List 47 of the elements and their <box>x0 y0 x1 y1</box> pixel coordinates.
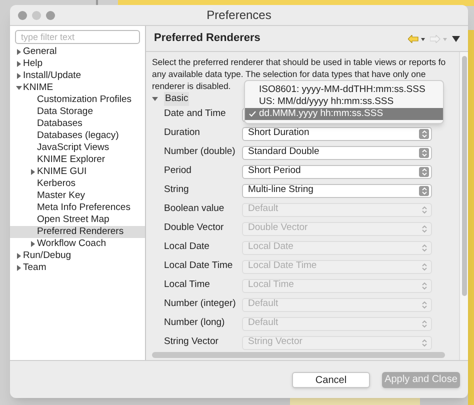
field-label: Date and Time <box>164 107 227 122</box>
tree-item[interactable]: Workflow Coach <box>10 238 145 250</box>
tree-item[interactable]: Customization Profiles <box>10 94 145 106</box>
tree-item[interactable]: KNIME GUI <box>10 166 145 178</box>
menu-item[interactable]: US: MM/dd/yyyy hh:mm:ss.SSS <box>245 96 443 108</box>
cancel-button[interactable]: Cancel <box>292 372 370 388</box>
dropdown[interactable]: Standard Double <box>242 146 432 160</box>
field-label: Number (double) <box>164 145 236 160</box>
tree-item[interactable]: Help <box>10 58 145 70</box>
filter-field[interactable]: type filter text <box>15 30 140 44</box>
section-label: Basic <box>164 92 190 106</box>
description-text: Select the preferred renderer that should be used in table views or reports fo <box>152 56 446 68</box>
dropdown[interactable]: Short Duration <box>242 126 432 140</box>
field-label: Period <box>164 164 192 178</box>
tree-item[interactable]: Data Storage <box>10 106 145 118</box>
tree-item[interactable]: Run/Debug <box>10 250 145 262</box>
field-label: String Vector <box>164 335 220 350</box>
field-label: Double Vector <box>164 221 225 236</box>
menu-item[interactable]: ISO8601: yyyy-MM-ddTHH:mm:ss.SSS <box>245 84 443 96</box>
field-label: Number (long) <box>164 316 226 330</box>
field-label: Local Date <box>164 240 210 254</box>
tree-item[interactable]: Master Key <box>10 190 145 202</box>
description-text: any available data type. The selection for data types that have only one <box>152 68 426 80</box>
tree-item[interactable]: Install/Update <box>10 70 145 82</box>
tree-item[interactable]: JavaScript Views <box>10 142 145 154</box>
window-title: Preferences <box>206 7 272 24</box>
field-label: Local Time <box>164 278 211 292</box>
tree-item[interactable]: KNIME Explorer <box>10 154 145 166</box>
tree-item[interactable]: Meta Info Preferences <box>10 202 145 214</box>
tree-item[interactable]: Kerberos <box>10 178 145 190</box>
page-title: Preferred Renderers <box>154 31 260 46</box>
tree-item[interactable]: KNIME <box>10 82 145 94</box>
dropdown[interactable]: Short Period <box>242 164 432 178</box>
field-label: Number (integer) <box>164 297 237 312</box>
menu-item[interactable]: dd.MMM.yyyy hh:mm:ss.SSS <box>245 108 443 120</box>
tree-item[interactable]: Databases (legacy) <box>10 130 145 142</box>
tree-item[interactable]: Team <box>10 262 145 274</box>
tree-item[interactable]: Databases <box>10 118 145 130</box>
tree-item[interactable]: General <box>10 46 145 58</box>
tree-item[interactable]: Open Street Map <box>10 214 145 226</box>
dropdown[interactable]: Multi-line String <box>242 184 432 198</box>
field-label: Local Date Time <box>164 259 234 274</box>
field-label: Duration <box>164 126 201 140</box>
field-label: String <box>164 183 190 198</box>
field-label: Boolean value <box>164 202 226 216</box>
description-text: renderer is disabled. <box>152 80 231 92</box>
tree-item[interactable]: Preferred Renderers <box>10 226 145 238</box>
